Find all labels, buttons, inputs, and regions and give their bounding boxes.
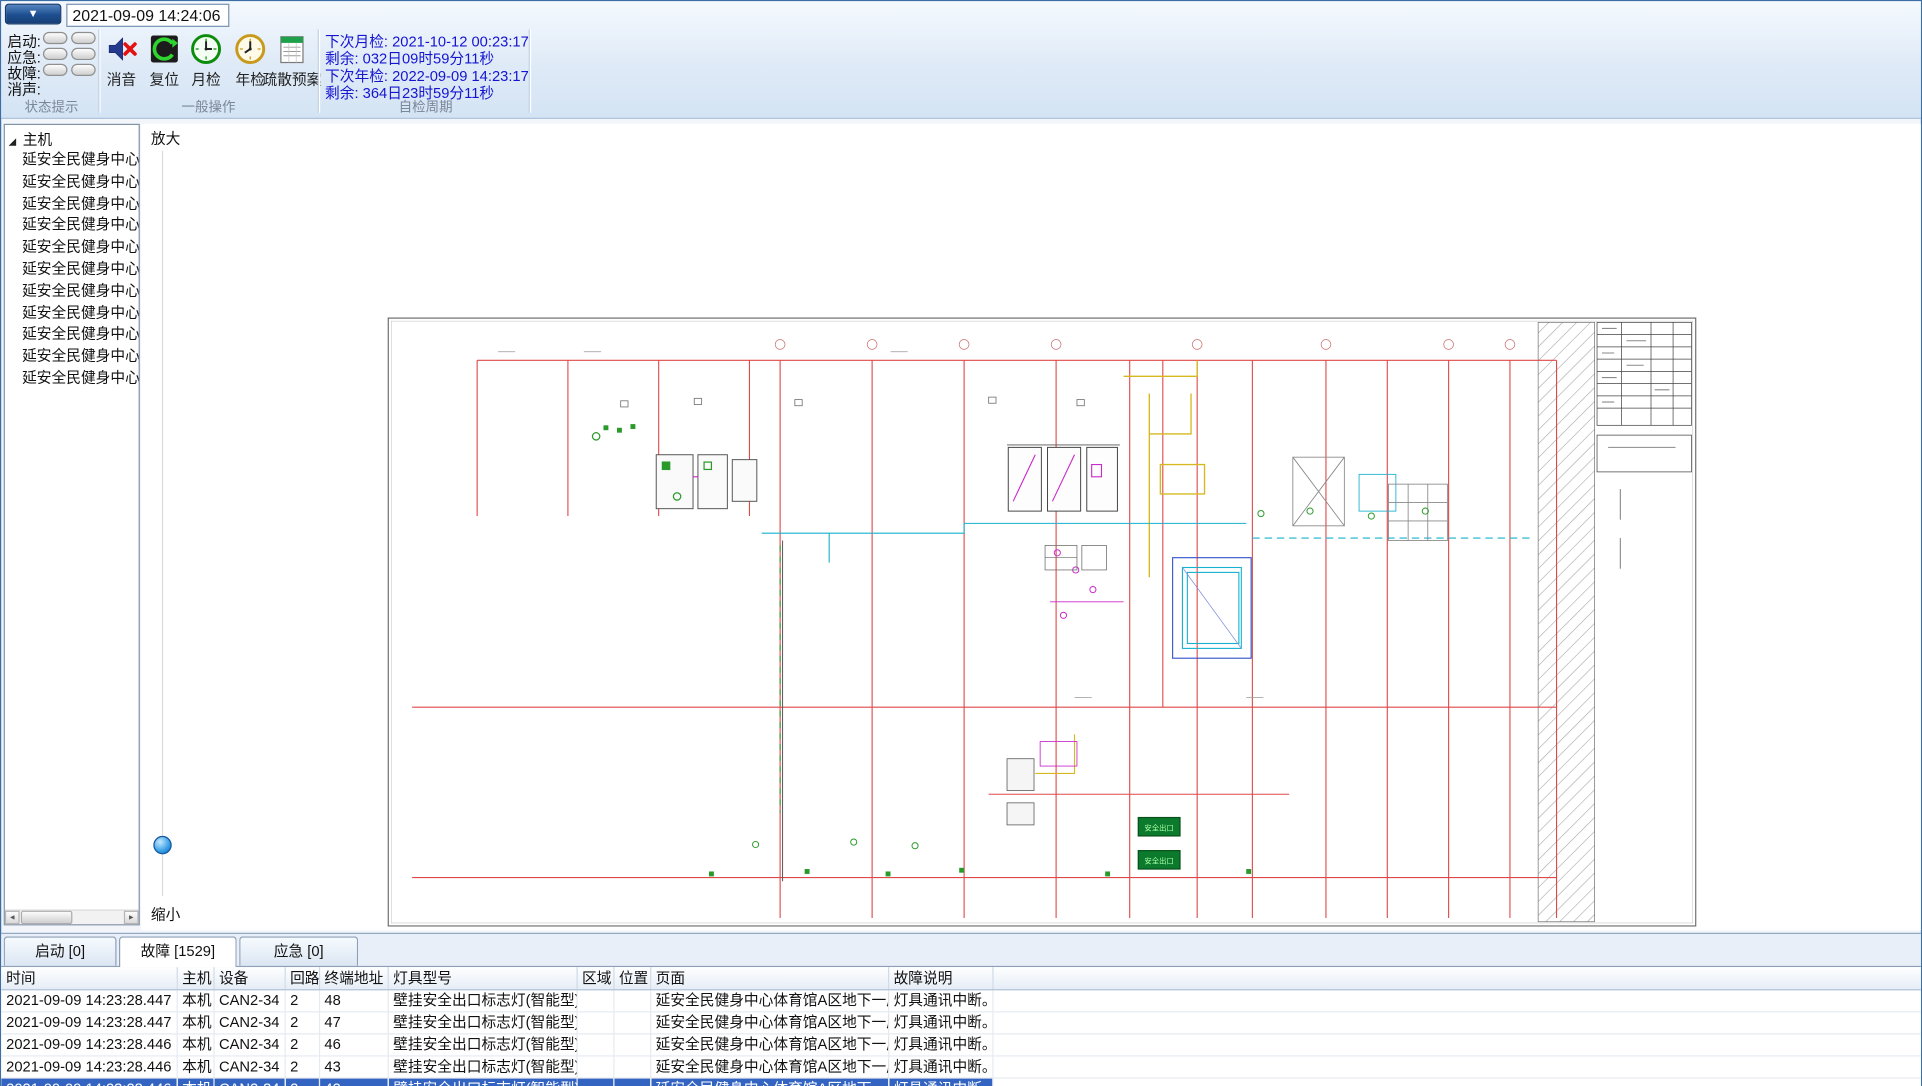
fault-table: 时间 主机 设备 回路 终端地址 灯具型号 区域 位置 页面 故障说明 2021… (1, 967, 1921, 1086)
tree-item[interactable]: 延安全民健身中心 (22, 171, 139, 193)
tab-emergency[interactable]: 应急 [0] (239, 936, 358, 965)
column-header-filler (992, 967, 1921, 989)
status-indicator (43, 32, 68, 44)
fault-table-header: 时间 主机 设备 回路 终端地址 灯具型号 区域 位置 页面 故障说明 (1, 967, 1921, 989)
zoom-slider-thumb[interactable] (153, 836, 171, 854)
table-row[interactable]: 2021-09-09 14:23:28.446本机CAN2-34246壁挂安全出… (1, 1033, 1921, 1055)
tree-item[interactable]: 延安全民健身中心 (22, 193, 139, 215)
column-header-time[interactable]: 时间 (1, 967, 176, 989)
host-tree-panel: ◢ 主机 延安全民健身中心延安全民健身中心延安全民健身中心延安全民健身中心延安全… (4, 124, 140, 926)
zoom-in-label[interactable]: 放大 (151, 127, 180, 148)
fault-table-container: 时间 主机 设备 回路 终端地址 灯具型号 区域 位置 页面 故障说明 2021… (1, 966, 1921, 1086)
current-time-field[interactable] (66, 4, 229, 27)
fault-table-body: 2021-09-09 14:23:28.447本机CAN2-34248壁挂安全出… (1, 989, 1921, 1086)
column-header-loop[interactable]: 回路 (285, 967, 319, 989)
scroll-right-icon[interactable]: ► (124, 911, 139, 924)
monthly-check-icon (190, 33, 222, 65)
status-indicator (43, 64, 68, 76)
plan-viewport[interactable]: 放大 缩小 (141, 124, 1921, 931)
tree-root-label: 主机 (23, 131, 52, 148)
floor-plan-drawing[interactable]: 安全出口 安全出口 (388, 317, 1697, 926)
tree-item[interactable]: 延安全民健身中心 (22, 368, 139, 390)
svg-text:安全出口: 安全出口 (1144, 857, 1173, 866)
tree-item[interactable]: 延安全民健身中心 (22, 346, 139, 368)
tree-item[interactable]: 延安全民健身中心 (22, 215, 139, 237)
tree-item[interactable]: 延安全民健身中心 (22, 237, 139, 259)
monthly-check-button[interactable]: 月检 (185, 33, 227, 89)
column-header-model[interactable]: 灯具型号 (388, 967, 577, 989)
actions-group-label: 一般操作 (99, 97, 317, 117)
evacuation-plan-icon (276, 33, 308, 65)
tree-item[interactable]: 延安全民健身中心 (22, 280, 139, 302)
tree-item[interactable]: 延安全民健身中心 (22, 259, 139, 281)
table-row[interactable]: 2021-09-09 14:23:28.446本机CAN2-34243壁挂安全出… (1, 1055, 1921, 1077)
scrollbar-thumb[interactable] (21, 911, 73, 924)
tree-hscrollbar[interactable]: ◄ ► (5, 909, 139, 924)
safety-exit-badge[interactable]: 安全出口 (1138, 818, 1180, 836)
tree-expander-icon[interactable]: ◢ (9, 136, 17, 147)
column-header-faultdesc[interactable]: 故障说明 (888, 967, 992, 989)
host-tree-items: 延安全民健身中心延安全民健身中心延安全民健身中心延安全民健身中心延安全民健身中心… (22, 150, 139, 390)
table-row[interactable]: 2021-09-09 14:23:28.447本机CAN2-34247壁挂安全出… (1, 1011, 1921, 1033)
tab-fault[interactable]: 故障 [1529] (119, 936, 237, 967)
zoom-out-label[interactable]: 缩小 (151, 903, 180, 924)
evacuation-plan-button[interactable]: 疏散预案 (261, 33, 322, 89)
table-row[interactable]: 2021-09-09 14:23:28.446本机CAN2-34242壁挂安全出… (1, 1077, 1921, 1086)
event-log-panel: 启动 [0] 故障 [1529] 应急 [0] 时间 主机 设备 回路 终端地址 (1, 933, 1921, 1086)
evacuation-plan-button-label: 疏散预案 (261, 69, 322, 90)
tree-item[interactable]: 延安全民健身中心 (22, 324, 139, 346)
zoom-slider-track[interactable] (162, 151, 163, 896)
status-indicator (43, 48, 68, 60)
column-header-position[interactable]: 位置 (613, 967, 650, 989)
reset-icon (148, 33, 180, 65)
monthly-check-button-label: 月检 (185, 69, 227, 90)
group-divider (318, 29, 319, 112)
status-indicator (71, 64, 96, 76)
caret-down-icon: ▼ (28, 7, 39, 19)
app-window: ▼ 启动: 应急: 故障: 消声: 状态提示 消音 (0, 0, 1922, 1086)
mute-button-label: 消音 (99, 69, 143, 90)
status-indicator (71, 48, 96, 60)
reset-button[interactable]: 复位 (144, 33, 186, 89)
status-indicator (71, 32, 96, 44)
column-header-page[interactable]: 页面 (650, 967, 888, 989)
tab-start[interactable]: 启动 [0] (4, 936, 117, 965)
column-header-area[interactable]: 区域 (577, 967, 614, 989)
column-header-device[interactable]: 设备 (213, 967, 284, 989)
selfcheck-group-label: 自检周期 (323, 97, 529, 117)
table-row[interactable]: 2021-09-09 14:23:28.447本机CAN2-34248壁挂安全出… (1, 989, 1921, 1011)
safety-exit-badge[interactable]: 安全出口 (1138, 851, 1180, 869)
status-group-label: 状态提示 (6, 97, 97, 117)
column-header-host[interactable]: 主机 (177, 967, 214, 989)
group-divider (529, 29, 530, 112)
toolbar: ▼ 启动: 应急: 故障: 消声: 状态提示 消音 (1, 1, 1921, 119)
reset-button-label: 复位 (144, 69, 186, 90)
column-header-terminal[interactable]: 终端地址 (319, 967, 388, 989)
scroll-left-icon[interactable]: ◄ (5, 911, 20, 924)
window-menu-button[interactable]: ▼ (5, 4, 61, 25)
mute-button[interactable]: 消音 (99, 33, 143, 89)
tree-item[interactable]: 延安全民健身中心 (22, 150, 139, 172)
mute-icon (105, 33, 137, 65)
svg-text:安全出口: 安全出口 (1144, 823, 1173, 832)
tree-root-host[interactable]: ◢ 主机 (9, 129, 53, 150)
tree-item[interactable]: 延安全民健身中心 (22, 302, 139, 324)
